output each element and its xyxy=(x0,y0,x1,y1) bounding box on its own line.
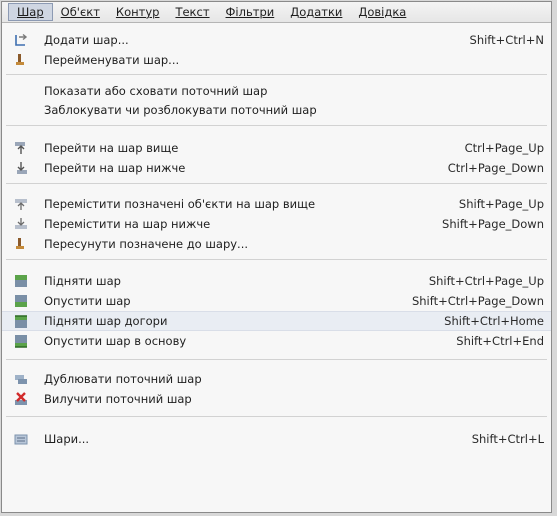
menubar: Шар Об'єкт Контур Текст Фільтри Додатки … xyxy=(2,2,551,23)
lower-layer-icon xyxy=(15,295,27,307)
menu-item-shortcut: Ctrl+Page_Up xyxy=(464,141,544,155)
menu-item-label: Перемістити на шар нижче xyxy=(44,217,211,231)
menu-item-label: Пересунути позначене до шару... xyxy=(44,237,249,251)
lower-layer-to-bottom-icon xyxy=(15,335,27,348)
add-layer-icon xyxy=(15,33,28,46)
menu-item-shortcut: Shift+Ctrl+Page_Down xyxy=(411,294,544,308)
menu-item-raise-layer-to-top[interactable]: Підняти шар догори Shift+Ctrl+Home xyxy=(2,311,551,331)
menu-item-label: Додати шар... xyxy=(44,33,129,47)
menu-object[interactable]: Об'єкт xyxy=(53,3,108,21)
separator xyxy=(6,359,547,360)
separator xyxy=(6,416,547,417)
layers-dialog-icon xyxy=(14,434,28,445)
menu-help[interactable]: Довідка xyxy=(350,3,414,21)
move-selection-to-layer-icon xyxy=(16,238,24,249)
menu-extensions[interactable]: Додатки xyxy=(282,3,350,21)
menu-item-shortcut: Shift+Page_Down xyxy=(442,217,544,231)
menu-item-move-selection-to-layer[interactable]: Пересунути позначене до шару... xyxy=(2,234,551,254)
delete-layer-icon xyxy=(15,392,27,405)
menu-path[interactable]: Контур xyxy=(108,3,168,21)
menu-item-shortcut: Shift+Ctrl+End xyxy=(456,334,544,348)
menu-item-label: Вилучити поточний шар xyxy=(44,392,192,406)
menu-item-add-layer[interactable]: Додати шар... Shift+Ctrl+N xyxy=(2,30,551,50)
menu-item-label: Перейти на шар вище xyxy=(44,141,179,155)
menu-item-label: Підняти шар догори xyxy=(44,314,168,328)
separator xyxy=(6,183,547,184)
separator xyxy=(6,125,547,126)
separator xyxy=(6,259,547,260)
menu-item-lower-layer[interactable]: Опустити шар Shift+Ctrl+Page_Down xyxy=(2,291,551,311)
menu-item-shortcut: Ctrl+Page_Down xyxy=(447,161,544,175)
menu-item-label: Опустити шар xyxy=(44,294,131,308)
duplicate-layer-icon xyxy=(15,375,27,384)
menu-item-raise-layer[interactable]: Підняти шар Shift+Ctrl+Page_Up xyxy=(2,271,551,291)
menu-item-label: Перейти на шар нижче xyxy=(44,161,186,175)
menu-filters[interactable]: Фільтри xyxy=(218,3,283,21)
menu-item-shortcut: Shift+Ctrl+L xyxy=(471,432,544,446)
menu-item-layers-dialog[interactable]: Шари... Shift+Ctrl+L xyxy=(2,429,551,449)
menu-item-lower-layer-to-bottom[interactable]: Опустити шар в основу Shift+Ctrl+End xyxy=(2,331,551,351)
raise-layer-to-top-icon xyxy=(15,315,27,328)
menu-item-delete-layer[interactable]: Вилучити поточний шар xyxy=(2,389,551,409)
menu-text[interactable]: Текст xyxy=(167,3,217,21)
menu-item-label: Перейменувати шар... xyxy=(44,53,180,67)
menu-item-shortcut: Shift+Ctrl+Page_Up xyxy=(428,274,544,288)
menu-item-rename-layer[interactable]: Перейменувати шар... xyxy=(2,50,551,70)
menu-item-go-layer-below[interactable]: Перейти на шар нижче Ctrl+Page_Down xyxy=(2,158,551,178)
menu-item-label: Показати або сховати поточний шар xyxy=(44,84,268,98)
menu-item-shortcut: Shift+Ctrl+N xyxy=(469,33,544,47)
move-selection-below-icon xyxy=(15,218,27,229)
menu-item-label: Перемістити позначені об'єкти на шар вищ… xyxy=(44,197,316,211)
menu-item-label: Шари... xyxy=(44,432,90,446)
rename-layer-icon xyxy=(16,54,24,65)
move-selection-above-icon xyxy=(15,199,27,210)
menu-item-go-layer-above[interactable]: Перейти на шар вище Ctrl+Page_Up xyxy=(2,138,551,158)
raise-layer-icon xyxy=(15,275,27,287)
menu-item-toggle-visibility[interactable]: Показати або сховати поточний шар xyxy=(2,81,551,101)
menu-layer[interactable]: Шар xyxy=(8,3,53,21)
menu-item-move-selection-below[interactable]: Перемістити на шар нижче Shift+Page_Down xyxy=(2,214,551,234)
go-layer-below-icon xyxy=(17,162,27,174)
menu-item-shortcut: Shift+Ctrl+Home xyxy=(444,314,544,328)
menu-item-shortcut: Shift+Page_Up xyxy=(458,197,544,211)
menu-item-move-selection-above[interactable]: Перемістити позначені об'єкти на шар вищ… xyxy=(2,194,551,214)
menu-item-toggle-lock[interactable]: Заблокувати чи розблокувати поточний шар xyxy=(2,100,551,120)
go-layer-above-icon xyxy=(15,142,25,154)
menu-item-label: Опустити шар в основу xyxy=(44,334,187,348)
menu-item-label: Дублювати поточний шар xyxy=(44,372,202,386)
menu-item-label: Заблокувати чи розблокувати поточний шар xyxy=(44,103,317,117)
separator xyxy=(6,74,547,75)
menu-item-label: Підняти шар xyxy=(44,274,121,288)
menu-window: Шар Об'єкт Контур Текст Фільтри Додатки … xyxy=(1,1,552,513)
menu-item-duplicate-layer[interactable]: Дублювати поточний шар xyxy=(2,369,551,389)
